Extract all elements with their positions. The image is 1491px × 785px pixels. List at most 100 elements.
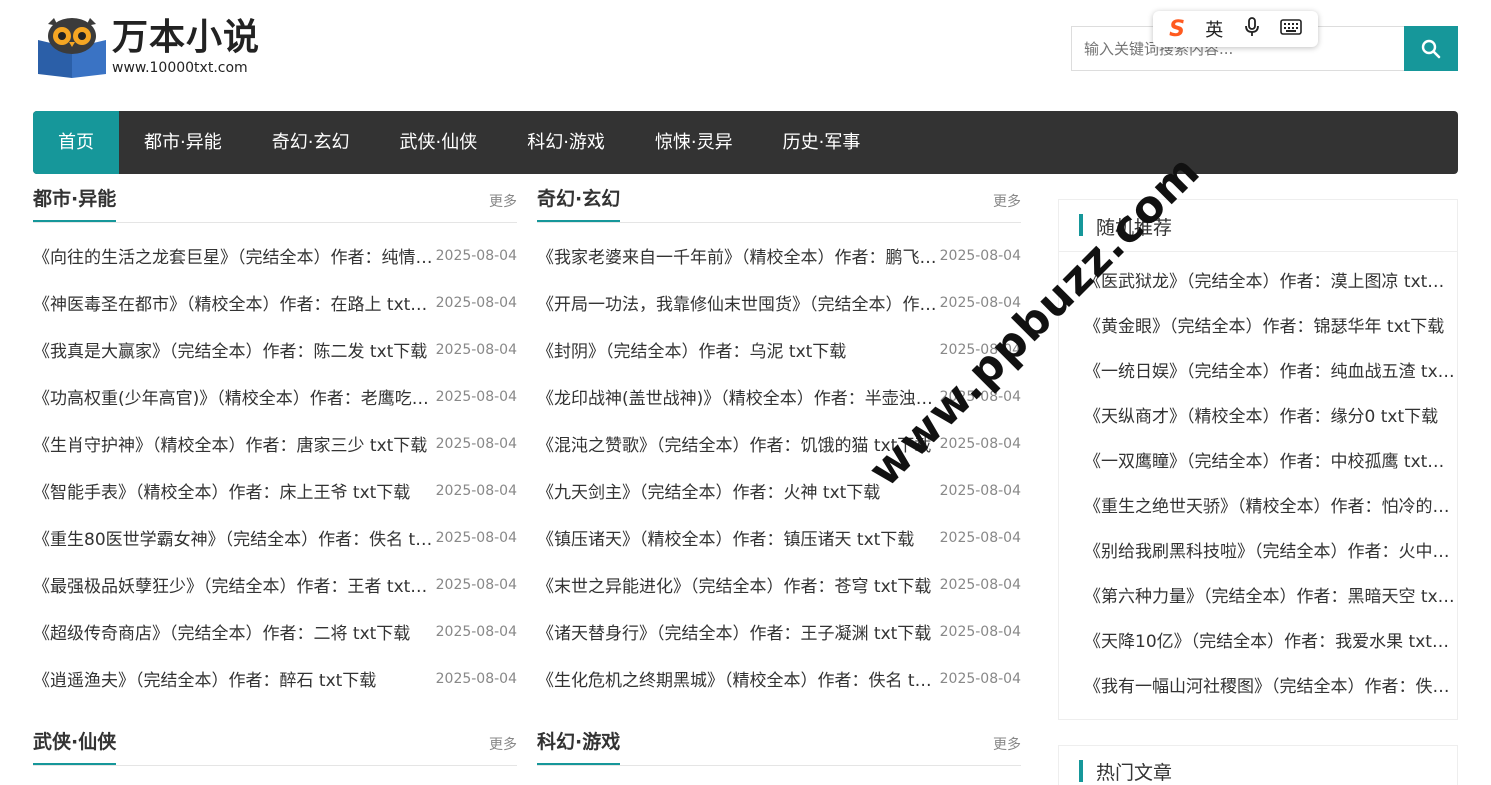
book-link[interactable]: 《智能手表》（精校全本）作者：床上王爷 txt下载 (33, 478, 436, 503)
item-date: 2025-08-04 (435, 529, 517, 546)
recommend-link[interactable]: 《天降10亿》（完结全本）作者：我爱水果 txt下载 (1084, 620, 1456, 665)
book-link[interactable]: 《向往的生活之龙套巨星》（完结全本）作者：纯情小白 txt下载 (33, 243, 436, 268)
owl-logo-icon (34, 14, 110, 80)
book-link[interactable]: 《我家老婆来自一千年前》（精校全本）作者：鹏飞 txt下载 (537, 243, 940, 268)
nav-item-history[interactable]: 历史·军事 (758, 111, 886, 174)
list-item: 《我真是大赢家》（完结全本）作者：陈二发 txt下载 2025-08-04 (33, 326, 517, 373)
item-date: 2025-08-04 (435, 576, 517, 593)
list-item: 《末世之异能进化》（完结全本）作者：苍穹 txt下载 2025-08-04 (537, 561, 1021, 608)
recommend-link[interactable]: 《一双鹰瞳》（完结全本）作者：中校孤鹰 txt下载 (1084, 440, 1456, 485)
item-date: 2025-08-04 (939, 294, 1021, 311)
book-link[interactable]: 《我真是大赢家》（完结全本）作者：陈二发 txt下载 (33, 337, 436, 362)
recommend-link[interactable]: 《黄金眼》（完结全本）作者：锦瑟华年 txt下载 (1084, 305, 1456, 350)
recommend-link[interactable]: 《天纵商才》（精校全本）作者：缘分0 txt下载 (1084, 395, 1456, 440)
nav-item-horror[interactable]: 惊悚·灵异 (630, 111, 758, 174)
nav-item-home[interactable]: 首页 (33, 111, 119, 174)
book-link[interactable]: 《生化危机之终期黑城》（精校全本）作者：佚名 txt下载 (537, 666, 940, 691)
list-item: 《九天剑主》（完结全本）作者：火神 txt下载 2025-08-04 (537, 467, 1021, 514)
item-date: 2025-08-04 (939, 576, 1021, 593)
item-date: 2025-08-04 (939, 482, 1021, 499)
book-link[interactable]: 《功高权重(少年高官)》（精校全本）作者：老鹰吃小鸡 txt下载 (33, 384, 436, 409)
item-date: 2025-08-04 (435, 341, 517, 358)
nav-item-wuxia[interactable]: 武侠·仙侠 (374, 111, 502, 174)
microphone-icon[interactable] (1244, 16, 1260, 42)
item-date: 2025-08-04 (939, 670, 1021, 687)
book-list: 《向往的生活之龙套巨星》（完结全本）作者：纯情小白 txt下载2025-08-0… (33, 232, 517, 702)
logo-title: 万本小说 (112, 17, 261, 58)
item-date: 2025-08-04 (939, 247, 1021, 264)
random-recommend-box: 随机推荐 《医武狱龙》（完结全本）作者：漠上图凉 txt下载 《黄金眼》（完结全… (1058, 199, 1458, 720)
section-title: 都市·异能 (33, 188, 117, 222)
section-title: 科幻·游戏 (537, 731, 621, 765)
recommend-link[interactable]: 《我有一幅山河社稷图》（完结全本）作者：佚名 txt下载 (1084, 665, 1456, 710)
book-link[interactable]: 《超级传奇商店》（完结全本）作者：二将 txt下载 (33, 619, 436, 644)
book-link[interactable]: 《最强极品妖孽狂少》（完结全本）作者：王者 txt下载 (33, 572, 436, 597)
item-date: 2025-08-04 (435, 670, 517, 687)
logo-subtitle: www.10000txt.com (112, 60, 248, 76)
more-link[interactable]: 更多 (489, 734, 517, 754)
list-item: 《智能手表》（精校全本）作者：床上王爷 txt下载 2025-08-04 (33, 467, 517, 514)
book-link[interactable]: 《封阴》（完结全本）作者：乌泥 txt下载 (537, 337, 940, 362)
recommend-link[interactable]: 《一统日娱》（完结全本）作者：纯血战五渣 txt下载 (1084, 350, 1456, 395)
item-date: 2025-08-04 (435, 388, 517, 405)
list-item: 《向往的生活之龙套巨星》（完结全本）作者：纯情小白 txt下载2025-08-0… (33, 232, 517, 279)
list-item: 《生肖守护神》（精校全本）作者：唐家三少 txt下载 2025-08-04 (33, 420, 517, 467)
book-link[interactable]: 《镇压诸天》（精校全本）作者：镇压诸天 txt下载 (537, 525, 940, 550)
item-date: 2025-08-04 (435, 247, 517, 264)
list-item: 《重生80医世学霸女神》（完结全本）作者：佚名 txt下载 2025-08-04 (33, 514, 517, 561)
more-link[interactable]: 更多 (489, 191, 517, 211)
list-item: 《镇压诸天》（精校全本）作者：镇压诸天 txt下载 2025-08-04 (537, 514, 1021, 561)
list-item: 《开局一功法，我靠修仙末世囤货》（完结全本）作者：佚名 txt下载2025-08… (537, 279, 1021, 326)
recommend-link[interactable]: 《医武狱龙》（完结全本）作者：漠上图凉 txt下载 (1084, 260, 1456, 305)
nav-item-scifi[interactable]: 科幻·游戏 (502, 111, 630, 174)
book-list: 《我家老婆来自一千年前》（精校全本）作者：鹏飞 txt下载 2025-08-04 … (537, 232, 1021, 702)
list-item: 《功高权重(少年高官)》（精校全本）作者：老鹰吃小鸡 txt下载2025-08-… (33, 373, 517, 420)
book-link[interactable]: 《开局一功法，我靠修仙末世囤货》（完结全本）作者：佚名 txt下载 (537, 290, 940, 315)
book-link[interactable]: 《末世之异能进化》（完结全本）作者：苍穹 txt下载 (537, 572, 940, 597)
list-item: 《逍遥渔夫》（完结全本）作者：醉石 txt下载 2025-08-04 (33, 655, 517, 702)
recommend-list: 《医武狱龙》（完结全本）作者：漠上图凉 txt下载 《黄金眼》（完结全本）作者：… (1059, 260, 1457, 710)
ime-toolbar: S 英 (1153, 11, 1318, 47)
sidebar-title-hot: 热门文章 (1096, 762, 1173, 784)
list-item: 《超级传奇商店》（完结全本）作者：二将 txt下载 2025-08-04 (33, 608, 517, 655)
section-title: 奇幻·玄幻 (537, 188, 621, 222)
more-link[interactable]: 更多 (993, 734, 1021, 754)
nav-item-fantasy[interactable]: 奇幻·玄幻 (247, 111, 375, 174)
book-link[interactable]: 《龙印战神(盖世战神)》（精校全本）作者：半壶浊酒 txt下载 (537, 384, 940, 409)
sogou-s-icon[interactable]: S (1169, 17, 1185, 42)
list-item: 《神医毒圣在都市》（精校全本）作者：在路上 txt下载 2025-08-04 (33, 279, 517, 326)
list-item: 《最强极品妖孽狂少》（完结全本）作者：王者 txt下载 2025-08-04 (33, 561, 517, 608)
search-button[interactable] (1404, 26, 1458, 71)
list-item: 《诸天替身行》（完结全本）作者：王子凝渊 txt下载 2025-08-04 (537, 608, 1021, 655)
main-nav: 首页 都市·异能 奇幻·玄幻 武侠·仙侠 科幻·游戏 惊悚·灵异 历史·军事 (33, 111, 1458, 174)
more-link[interactable]: 更多 (993, 191, 1021, 211)
book-link[interactable]: 《生肖守护神》（精校全本）作者：唐家三少 txt下载 (33, 431, 436, 456)
book-link[interactable]: 《逍遥渔夫》（完结全本）作者：醉石 txt下载 (33, 666, 436, 691)
book-link[interactable]: 《重生80医世学霸女神》（完结全本）作者：佚名 txt下载 (33, 525, 436, 550)
search-icon (1421, 39, 1441, 58)
recommend-link[interactable]: 《重生之绝世天骄》（精校全本）作者：怕冷的火 txt下载 (1084, 485, 1456, 530)
section-scifi: 科幻·游戏 更多 (537, 718, 1021, 766)
title-accent-bar (1079, 760, 1083, 782)
nav-item-urban[interactable]: 都市·异能 (119, 111, 247, 174)
list-item: 《我家老婆来自一千年前》（精校全本）作者：鹏飞 txt下载 2025-08-04 (537, 232, 1021, 279)
ime-language-toggle[interactable]: 英 (1205, 16, 1223, 42)
book-link[interactable]: 《诸天替身行》（完结全本）作者：王子凝渊 txt下载 (537, 619, 940, 644)
item-date: 2025-08-04 (435, 482, 517, 499)
section-title: 武侠·仙侠 (33, 731, 117, 765)
recommend-link[interactable]: 《第六种力量》（完结全本）作者：黑暗天空 txt下载 (1084, 575, 1456, 620)
item-date: 2025-08-04 (939, 529, 1021, 546)
item-date: 2025-08-04 (435, 435, 517, 452)
item-date: 2025-08-04 (435, 294, 517, 311)
section-urban: 都市·异能 更多 《向往的生活之龙套巨星》（完结全本）作者：纯情小白 txt下载… (33, 175, 517, 702)
hot-articles-box: 热门文章 (1058, 745, 1458, 785)
section-wuxia: 武侠·仙侠 更多 (33, 718, 517, 766)
book-link[interactable]: 《神医毒圣在都市》（精校全本）作者：在路上 txt下载 (33, 290, 436, 315)
item-date: 2025-08-04 (939, 623, 1021, 640)
site-logo[interactable]: 万本小说 www.10000txt.com (34, 14, 284, 82)
item-date: 2025-08-04 (435, 623, 517, 640)
recommend-link[interactable]: 《别给我刷黑科技啦》（完结全本）作者：火中物 txt下载 (1084, 530, 1456, 575)
list-item: 《生化危机之终期黑城》（精校全本）作者：佚名 txt下载 2025-08-04 (537, 655, 1021, 702)
list-item: 《封阴》（完结全本）作者：乌泥 txt下载 2025-08-04 (537, 326, 1021, 373)
keyboard-icon[interactable] (1280, 18, 1302, 41)
